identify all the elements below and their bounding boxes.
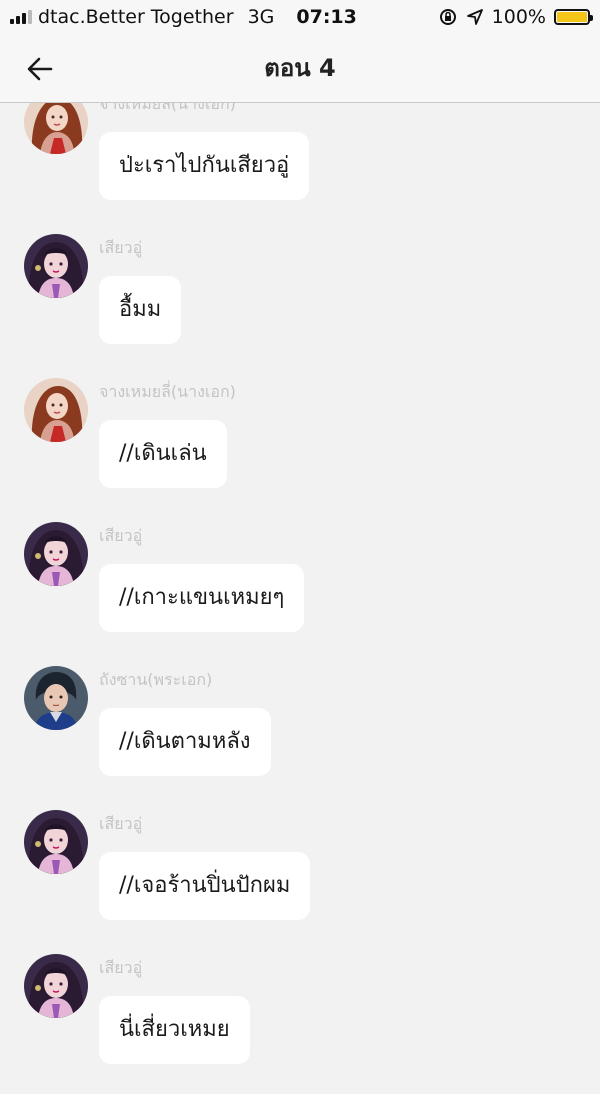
sender-name: ถังซาน(พระเอก) — [99, 670, 213, 689]
message-bubble[interactable]: //เจอร้านปิ่นปักผม — [99, 852, 311, 920]
sender-name: จางเหมยลี่(นางเอก) — [99, 382, 236, 401]
chat-message: เสียวอู่ //เจอร้านปิ่นปักผม — [0, 810, 600, 950]
sender-name: เสียวอู่ — [99, 238, 143, 257]
chat-message: เสียวอู่นี่เสี่ยวเหมย — [0, 954, 600, 1094]
status-right: 100% — [438, 0, 593, 34]
chat-message: จางเหมยลี่(นางเอก) ป่ะเราไปกันเสียวอู่ — [0, 90, 600, 230]
message-bubble[interactable]: อื้มม — [99, 276, 182, 344]
orientation-lock-icon — [439, 9, 456, 25]
location-arrow-icon — [466, 9, 483, 25]
avatar[interactable] — [24, 522, 88, 586]
message-bubble[interactable]: //เดินเล่น — [99, 420, 227, 488]
message-bubble[interactable]: นี่เสี่ยวเหมย — [99, 996, 250, 1064]
chat-message: จางเหมยลี่(นางเอก) //เดินเล่น — [0, 378, 600, 518]
battery-percent: 100% — [491, 6, 546, 28]
avatar[interactable] — [24, 378, 88, 442]
chat-message: เสียวอู่ //เกาะแขนเหมยๆ — [0, 522, 600, 662]
chat-message: เสียวอู่อื้มม — [0, 234, 600, 374]
message-bubble[interactable]: //เกาะแขนเหมยๆ — [99, 564, 305, 632]
message-bubble[interactable]: //เดินตามหลัง — [99, 708, 271, 776]
chat-list[interactable]: จางเหมยลี่(นางเอก) ป่ะเราไปกันเสียวอู่ เส… — [0, 0, 600, 1067]
page-title: ตอน 4 — [264, 54, 336, 82]
network-type: 3G — [247, 6, 275, 28]
signal-strength-icon — [10, 10, 32, 24]
message-bubble[interactable]: ป่ะเราไปกันเสียวอู่ — [99, 132, 310, 200]
chat-message: ถังซาน(พระเอก) //เดินตามหลัง — [0, 666, 600, 806]
avatar[interactable] — [24, 954, 88, 1018]
avatar[interactable] — [24, 666, 88, 730]
sender-name: เสียวอู่ — [99, 526, 143, 545]
battery-level — [557, 12, 587, 22]
status-bar: dtac.Better Together 3G 07:13 100% — [0, 0, 600, 34]
nav-header: ตอน 4 — [0, 34, 600, 103]
carrier-name: dtac.Better Together — [38, 6, 234, 28]
sender-name: เสียวอู่ — [99, 814, 143, 833]
sender-name: เสียวอู่ — [99, 958, 143, 977]
clock: 07:13 — [296, 6, 357, 28]
avatar[interactable] — [24, 810, 88, 874]
battery-icon — [554, 9, 593, 25]
avatar[interactable] — [24, 234, 88, 298]
